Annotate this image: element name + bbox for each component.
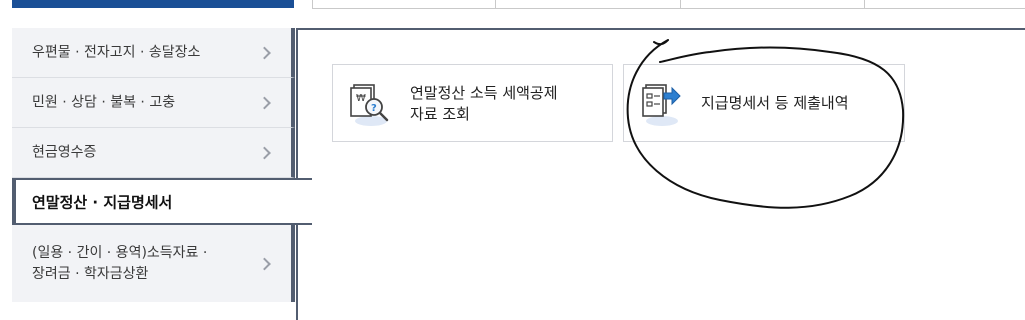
document-submit-icon bbox=[642, 84, 681, 126]
chevron-right-icon bbox=[258, 46, 271, 59]
card-label: 연말정산 소득 세액공제 자료 조회 bbox=[410, 83, 558, 125]
sidebar-menu: 우편물 · 전자고지 · 송달장소 민원 · 상담 · 불복 · 고충 현금영수… bbox=[12, 28, 312, 302]
tab-divider bbox=[680, 0, 681, 8]
card-label: 지급명세서 등 제출내역 bbox=[701, 94, 849, 112]
tab-divider bbox=[495, 0, 496, 8]
top-brand-bar bbox=[12, 0, 294, 8]
chevron-right-icon bbox=[258, 96, 271, 109]
card-year-end-deduction-lookup[interactable]: ₩ ? 연말정산 소득 세액공제 자료 조회 bbox=[332, 64, 613, 142]
sidebar-item-label: 민원 · 상담 · 불복 · 고충 bbox=[32, 94, 176, 110]
document-search-icon: ₩ ? bbox=[350, 84, 389, 126]
sidebar-item-year-end-settlement[interactable]: 연말정산 · 지급명세서 bbox=[12, 178, 312, 225]
sidebar-item-label: 현금영수증 bbox=[32, 144, 97, 160]
sidebar-item-cash-receipt[interactable]: 현금영수증 bbox=[12, 128, 295, 178]
card-payment-statement-submissions[interactable]: 지급명세서 등 제출내역 bbox=[623, 64, 905, 142]
sidebar-item-label-line1: (일용 · 간이 · 용역)소득자료 · bbox=[32, 244, 208, 261]
chevron-right-icon bbox=[258, 257, 271, 270]
sidebar-item-label: (일용 · 간이 · 용역)소득자료 · 장려금 · 학자금상환 bbox=[32, 243, 207, 285]
sidebar-item-label: 우편물 · 전자고지 · 송달장소 bbox=[32, 44, 201, 60]
chevron-right-icon bbox=[258, 146, 271, 159]
svg-text:?: ? bbox=[371, 103, 377, 114]
sidebar-item-label-line2: 장려금 · 학자금상환 bbox=[32, 265, 149, 282]
card-label-line2: 자료 조회 bbox=[410, 105, 470, 123]
svg-text:₩: ₩ bbox=[356, 93, 366, 104]
card-label-line1: 연말정산 소득 세액공제 bbox=[410, 84, 558, 102]
top-navigation-strip bbox=[0, 0, 1025, 10]
tab-divider bbox=[864, 0, 865, 8]
sidebar-item-civil-complaint[interactable]: 민원 · 상담 · 불복 · 고충 bbox=[12, 78, 295, 128]
active-indicator bbox=[12, 180, 16, 223]
sidebar-item-label: 연말정산 · 지급명세서 bbox=[32, 193, 173, 211]
top-tab-row bbox=[312, 0, 1025, 9]
sidebar-item-mail-notice[interactable]: 우편물 · 전자고지 · 송달장소 bbox=[12, 28, 295, 78]
sidebar-item-income-data[interactable]: (일용 · 간이 · 용역)소득자료 · 장려금 · 학자금상환 bbox=[12, 225, 295, 302]
